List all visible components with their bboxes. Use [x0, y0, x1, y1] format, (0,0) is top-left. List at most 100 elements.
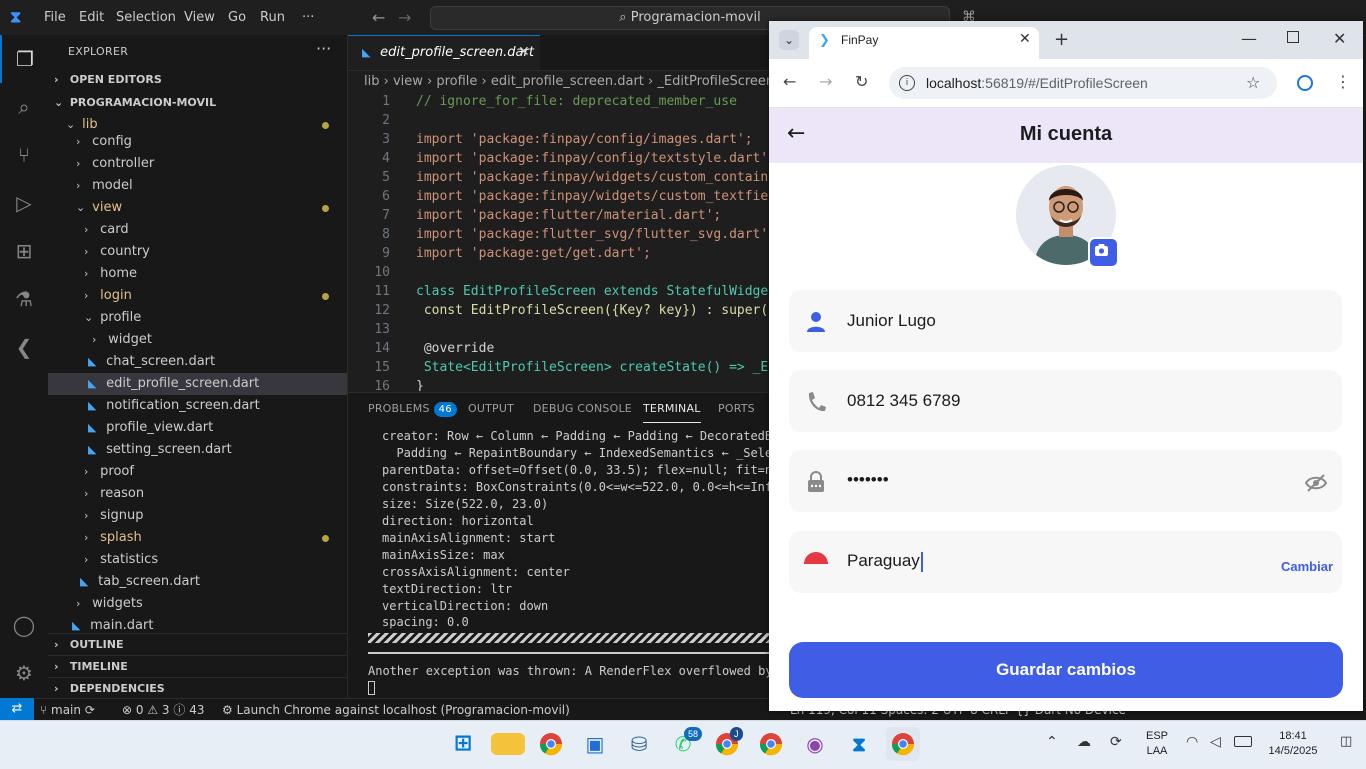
vscode-taskbar-icon[interactable]: ⧗ — [842, 727, 876, 761]
problems-status[interactable]: ⊗ 0 ⚠ 3 ⓘ 43 — [122, 699, 204, 721]
launch-config-status[interactable]: ⚙ Launch Chrome against localhost (Progr… — [222, 699, 570, 721]
chrome-profile-2-icon[interactable] — [754, 727, 788, 761]
save-changes-button[interactable]: Guardar cambios — [789, 642, 1343, 698]
board-app-icon[interactable]: ▣ — [578, 727, 612, 761]
section-dependencies[interactable]: › DEPENDENCIES — [48, 677, 347, 699]
file-explorer-icon[interactable] — [491, 733, 525, 755]
password-value[interactable]: ••••••• — [847, 470, 889, 490]
minimize-icon[interactable]: — — [1241, 29, 1257, 48]
close-window-icon[interactable]: ✕ — [1333, 29, 1346, 48]
menu-file[interactable]: File — [36, 0, 74, 35]
tree-folder-widgets[interactable]: › widgets — [48, 593, 347, 615]
tree-folder-country[interactable]: › country — [48, 241, 347, 263]
site-info-icon[interactable]: i — [899, 75, 915, 91]
chrome-active-taskbar-icon[interactable] — [886, 727, 920, 761]
battery-icon[interactable] — [1234, 736, 1252, 747]
section-timeline[interactable]: › TIMELINE — [48, 655, 347, 677]
section-open-editors[interactable]: › OPEN EDITORS — [48, 69, 347, 91]
bookmark-star-icon[interactable]: ☆ — [1246, 73, 1260, 92]
chrome-menu-icon[interactable]: ⋮ — [1335, 72, 1351, 91]
menu-run[interactable]: Run — [252, 0, 293, 35]
input-language[interactable]: ESP LAA — [1140, 729, 1174, 759]
change-country-link[interactable]: Cambiar — [1281, 559, 1333, 574]
panel-tab-debug-console[interactable]: DEBUG CONSOLE — [533, 402, 632, 422]
postgres-icon[interactable]: ⛁ — [622, 727, 656, 761]
sync-icon[interactable]: ⟳ — [1110, 734, 1122, 750]
tree-folder-reason[interactable]: › reason — [48, 483, 347, 505]
panel-tab-terminal[interactable]: TERMINAL — [643, 402, 701, 423]
tree-folder-config[interactable]: › config — [48, 131, 347, 153]
tree-folder-profile[interactable]: ⌄ profile — [48, 307, 347, 329]
tree-folder-proof[interactable]: › proof — [48, 461, 347, 483]
menu-selection[interactable]: Selection — [108, 0, 184, 35]
tree-file-profile-view[interactable]: ◣ profile_view.dart — [48, 417, 347, 439]
tree-file-edit-profile-screen[interactable]: ◣ edit_profile_screen.dart — [48, 373, 347, 395]
menu-go[interactable]: Go — [220, 0, 254, 35]
source-control-icon[interactable]: ⑂ — [0, 131, 48, 179]
tree-folder-statistics[interactable]: › statistics — [48, 549, 347, 571]
phone-value[interactable]: 0812 345 6789 — [847, 391, 960, 411]
nav-back-icon[interactable]: ← — [372, 0, 385, 35]
url-text[interactable]: localhost:56819/#/EditProfileScreen — [926, 75, 1148, 91]
menu-edit[interactable]: Edit — [71, 0, 112, 35]
panel-tab-problems[interactable]: PROBLEMS 46 — [368, 402, 457, 422]
menu-view[interactable]: View — [176, 0, 223, 35]
search-icon[interactable]: ⌕ — [0, 83, 48, 131]
terminal-output[interactable]: creator: Row ← Column ← Padding ← Paddin… — [368, 428, 769, 698]
close-tab-icon[interactable]: ✕ — [1019, 31, 1031, 47]
camera-edit-button[interactable] — [1088, 237, 1119, 268]
explorer-more-button[interactable]: ··· — [316, 39, 331, 58]
tree-folder-login[interactable]: › login — [48, 285, 347, 307]
visibility-off-icon[interactable] — [1305, 473, 1327, 493]
panel-tab-ports[interactable]: PORTS — [718, 402, 755, 422]
remote-indicator-icon[interactable]: ⇄ — [0, 698, 34, 720]
tray-chevron-icon[interactable]: ⌃ — [1046, 734, 1058, 750]
github-desktop-icon[interactable]: ◉ — [798, 727, 832, 761]
windows-start-icon[interactable]: ⊞ — [446, 727, 480, 761]
section-outline[interactable]: › OUTLINE — [48, 633, 347, 655]
tree-folder-card[interactable]: › card — [48, 219, 347, 241]
section-project[interactable]: ⌄ PROGRAMACION-MOVIL — [48, 92, 347, 114]
tree-folder-splash[interactable]: › splash — [48, 527, 347, 549]
tab-search-chevron-icon[interactable]: ⌄ — [779, 30, 799, 50]
volume-icon[interactable]: ◁ — [1210, 734, 1221, 750]
tree-file-chat-screen[interactable]: ◣ chat_screen.dart — [48, 351, 347, 373]
account-icon[interactable]: ◯ — [0, 601, 48, 649]
code-editor[interactable]: 1// ignore_for_file: deprecated_member_u… — [348, 92, 769, 391]
tree-folder-signup[interactable]: › signup — [48, 505, 347, 527]
menu-more[interactable]: ··· — [294, 0, 322, 35]
tree-file-notification-screen[interactable]: ◣ notification_screen.dart — [48, 395, 347, 417]
wifi-icon[interactable]: ◠ — [1186, 734, 1198, 750]
breadcrumb[interactable]: lib › view › profile › edit_profile_scre… — [364, 72, 769, 92]
clock[interactable]: 18:41 14/5/2025 — [1262, 729, 1324, 759]
browser-back-icon[interactable]: ← — [783, 72, 796, 91]
tab-close-icon[interactable]: ✕ — [518, 35, 530, 70]
tree-folder-widget[interactable]: › widget — [48, 329, 347, 351]
tree-folder-model[interactable]: › model — [48, 175, 347, 197]
flutter-icon[interactable]: ❮ — [0, 323, 48, 371]
tab-edit-profile-screen[interactable]: ◣ edit_profile_screen.dart — [348, 35, 540, 70]
onedrive-icon[interactable]: ☁ — [1077, 734, 1091, 750]
testing-icon[interactable]: ⚗ — [0, 275, 48, 323]
country-value[interactable]: Paraguay — [847, 551, 923, 572]
nav-forward-icon[interactable]: → — [398, 0, 411, 35]
reload-icon[interactable]: ↻ — [855, 72, 868, 91]
new-tab-icon[interactable]: + — [1054, 29, 1069, 50]
name-value[interactable]: Junior Lugo — [847, 311, 936, 331]
tree-folder-view[interactable]: ⌄ view — [48, 197, 347, 219]
git-branch-status[interactable]: ⑂ main ⟳ — [40, 699, 95, 721]
maximize-icon[interactable] — [1287, 31, 1299, 43]
tree-folder-controller[interactable]: › controller — [48, 153, 347, 175]
extensions-icon[interactable]: ⊞ — [0, 227, 48, 275]
browser-forward-icon[interactable]: → — [819, 72, 832, 91]
tree-file-tab-screen[interactable]: ◣ tab_screen.dart — [48, 571, 347, 593]
run-debug-icon[interactable]: ▷ — [0, 179, 48, 227]
panel-tab-output[interactable]: OUTPUT — [468, 402, 514, 422]
notifications-icon[interactable]: ◫ — [1340, 734, 1352, 749]
tree-folder-home[interactable]: › home — [48, 263, 347, 285]
chrome-taskbar-icon[interactable] — [534, 727, 568, 761]
settings-gear-icon[interactable]: ⚙ — [0, 649, 48, 697]
profile-icon[interactable] — [1297, 75, 1313, 91]
tree-file-setting-screen[interactable]: ◣ setting_screen.dart — [48, 439, 347, 461]
explorer-icon[interactable]: ❐ — [0, 35, 48, 83]
